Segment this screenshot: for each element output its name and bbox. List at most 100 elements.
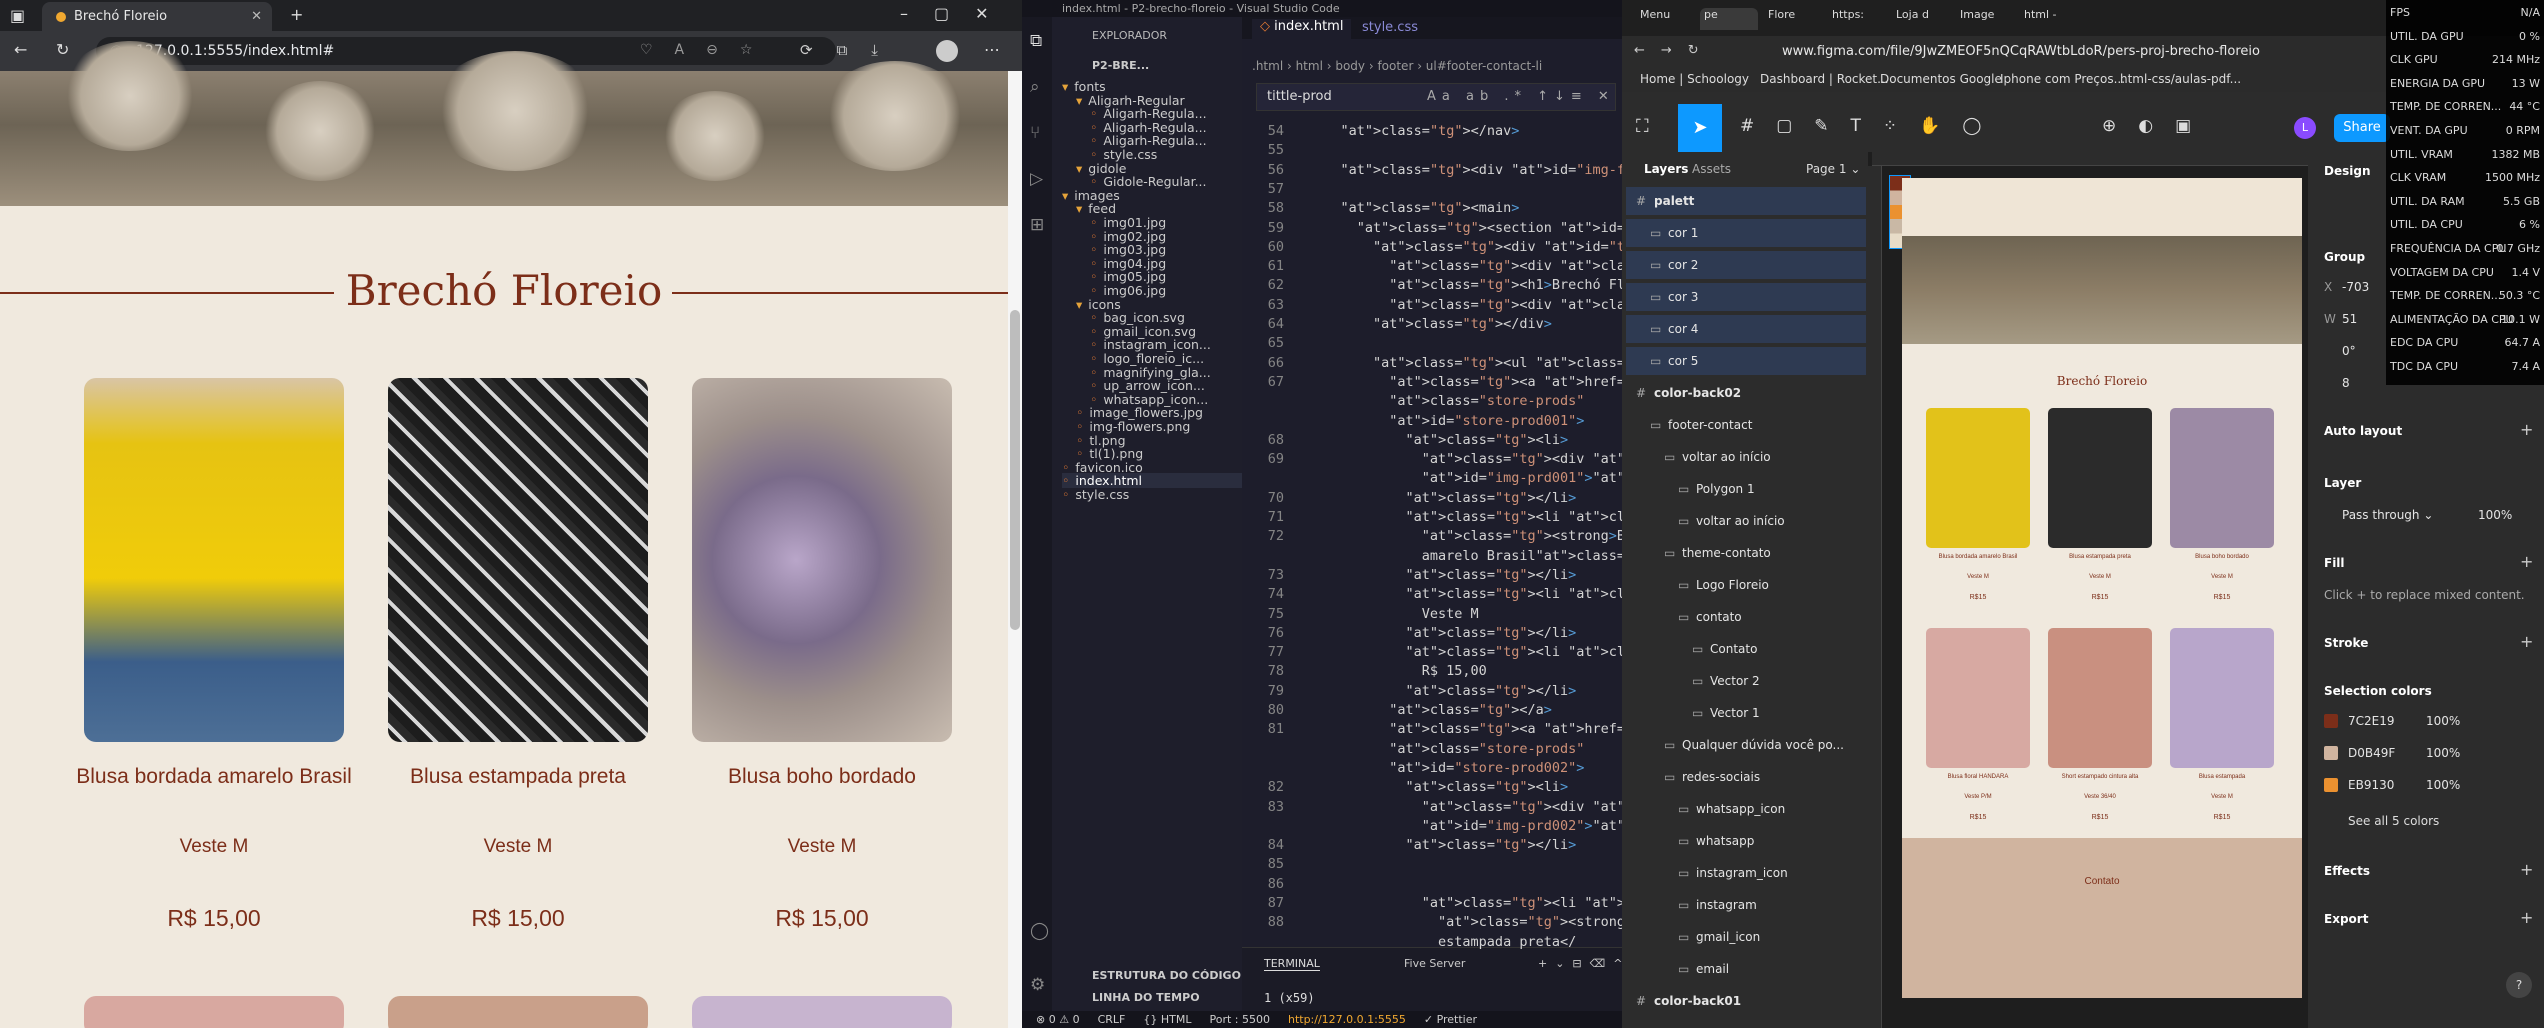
layer-row[interactable]: ▭ instagram_icon (1626, 859, 1866, 887)
layer-row[interactable]: ▭ voltar ao início (1626, 507, 1866, 535)
page-selector[interactable]: Page 1 ⌄ (1806, 162, 1860, 176)
avatar[interactable]: L (2294, 117, 2316, 139)
product-title[interactable]: Blusa boho bordado (670, 765, 974, 789)
code-line[interactable]: 82 "at">class="tg"><li> (1242, 779, 1568, 795)
code-line[interactable]: "at">id="store-prod002"> (1242, 760, 1584, 776)
browser-tab[interactable]: pe (1700, 8, 1758, 30)
layer-row[interactable]: ▭ cor 1 (1626, 219, 1866, 247)
source-control-icon[interactable]: ⑂ (1030, 123, 1040, 143)
new-tab-button[interactable]: + (290, 5, 303, 24)
code-line[interactable]: estampada preta</ (1242, 934, 1576, 950)
layer-row[interactable]: ▭ cor 5 (1626, 347, 1866, 375)
layer-row[interactable]: ▭ Polygon 1 (1626, 475, 1866, 503)
color-hex[interactable]: EB9130 (2348, 778, 2394, 792)
add-auto-layout-icon[interactable]: + (2520, 420, 2533, 439)
code-line[interactable]: "at">id="store-prod001"> (1242, 413, 1584, 429)
nav-icons[interactable]: ←→↻ (1634, 43, 1715, 58)
browser-tab[interactable]: html - (2020, 8, 2078, 30)
layer-row[interactable]: ▭ Contato (1626, 635, 1866, 663)
color-opacity[interactable]: 100% (2426, 714, 2460, 728)
code-line[interactable]: 75 Veste M (1242, 606, 1479, 622)
color-hex[interactable]: 7C2E19 (2348, 714, 2395, 728)
figma-canvas[interactable]: Brechó Floreio Blusa bordada amarelo Bra… (1868, 152, 2308, 1028)
layer-row[interactable]: ▭ footer-contact (1626, 411, 1866, 439)
code-line[interactable]: 78 R$ 15,00 (1242, 663, 1487, 679)
find-widget[interactable]: tittle-prod Aa ab .* ↑↓≡ ✕ (1256, 83, 1616, 111)
window-controls[interactable]: –▢✕ (900, 4, 1015, 23)
layer-row[interactable]: ▭ gmail_icon (1626, 923, 1866, 951)
product-image[interactable] (692, 996, 952, 1028)
layer-row[interactable]: ▭ Vector 2 (1626, 667, 1866, 695)
code-line[interactable]: 81 "at">class="tg"><a "at">href="#" (1242, 721, 1650, 737)
add-export-icon[interactable]: + (2520, 908, 2533, 927)
frame-product-image[interactable] (1926, 408, 2030, 548)
add-fill-icon[interactable]: + (2520, 552, 2533, 571)
color-opacity[interactable]: 100% (2426, 746, 2460, 760)
code-line[interactable]: "at">class="store-prods" (1242, 393, 1584, 409)
browser-tab[interactable]: Loja d (1892, 8, 1950, 30)
product-image[interactable] (692, 378, 952, 742)
find-input[interactable]: tittle-prod (1267, 89, 1332, 104)
color-swatch[interactable] (2324, 778, 2338, 792)
code-line[interactable]: 84 "at">class="tg"></li> (1242, 837, 1577, 853)
radius-input[interactable]: 8 (2342, 376, 2350, 390)
bookmark-link[interactable]: Documentos Google (1880, 72, 2002, 86)
layer-row[interactable]: ▭ instagram (1626, 891, 1866, 919)
extensions-icon[interactable]: ⊞ (1030, 215, 1044, 235)
layer-row[interactable]: ▭ whatsapp (1626, 827, 1866, 855)
status-item[interactable]: {} HTML (1143, 1013, 1191, 1026)
color-swatch[interactable] (2324, 714, 2338, 728)
browser-tab[interactable]: Brechó Floreio ✕ (42, 2, 272, 31)
product-image[interactable] (84, 996, 344, 1028)
bookmark-link[interactable]: Iphone com Preços... (2000, 72, 2125, 86)
code-line[interactable]: 65 (1242, 335, 1308, 351)
layer-row[interactable]: ▭ Vector 1 (1626, 699, 1866, 727)
code-line[interactable]: 76 "at">class="tg"></li> (1242, 625, 1577, 641)
address-actions[interactable]: ♡A⊖☆ (640, 42, 774, 58)
code-line[interactable]: 55 (1242, 142, 1308, 158)
frame-product-image[interactable] (2170, 628, 2274, 768)
auto-layout-section[interactable]: Auto layout (2324, 424, 2402, 438)
project-name[interactable]: P2-BRE... (1092, 59, 1149, 72)
reload-icon[interactable]: ↻ (56, 40, 69, 59)
code-line[interactable]: 70 "at">class="tg"></li> (1242, 490, 1577, 506)
browser-tab[interactable]: https: (1828, 8, 1886, 30)
add-effect-icon[interactable]: + (2520, 860, 2533, 879)
back-icon[interactable]: ← (14, 40, 27, 59)
figma-frame[interactable]: Brechó Floreio Blusa bordada amarelo Bra… (1902, 178, 2302, 998)
add-stroke-icon[interactable]: + (2520, 632, 2533, 651)
browser-toolbar-icons[interactable]: ⟳⧉⤓ (800, 41, 902, 59)
layer-row[interactable]: ▭ Qualquer dúvida você po... (1626, 731, 1866, 759)
browser-tab[interactable]: Flore (1764, 8, 1822, 30)
layer-row[interactable]: ▭ redes-sociais (1626, 763, 1866, 791)
terminal-tab[interactable]: TERMINAL (1264, 957, 1320, 971)
frame-product-image[interactable] (1926, 628, 2030, 768)
x-input[interactable]: -703 (2342, 280, 2369, 294)
frame-product-image[interactable] (2048, 408, 2152, 548)
design-tab[interactable]: Design (2324, 164, 2371, 178)
w-input[interactable]: 51 (2342, 312, 2357, 326)
share-button[interactable]: Share (2334, 114, 2390, 142)
code-line[interactable]: 64 "at">class="tg"></div> (1242, 316, 1552, 332)
product-title[interactable]: Blusa bordada amarelo Brasil (62, 765, 366, 789)
move-tool[interactable]: ➤ (1678, 104, 1722, 152)
see-all-colors-link[interactable]: See all 5 colors (2348, 814, 2439, 828)
code-line[interactable]: 58 "at">class="tg"><main> (1242, 200, 1520, 216)
bookmark-link[interactable]: html-css/aulas-pdf... (2120, 72, 2241, 86)
code-line[interactable]: 68 "at">class="tg"><li> (1242, 432, 1568, 448)
frame-product-image[interactable] (2170, 408, 2274, 548)
layer-row[interactable]: ▭ voltar ao início (1626, 443, 1866, 471)
file-item[interactable]: ◦ style.css (1062, 487, 1129, 502)
five-server-button[interactable]: Five Server (1404, 957, 1465, 970)
product-image[interactable] (388, 996, 648, 1028)
layer-row[interactable]: ▭ cor 4 (1626, 315, 1866, 343)
color-opacity[interactable]: 100% (2426, 778, 2460, 792)
explorer-icon[interactable]: ⧉ (1030, 31, 1042, 51)
product-image[interactable] (388, 378, 648, 742)
status-item[interactable]: ⊗ 0 ⚠ 0 (1036, 1013, 1080, 1026)
product-image[interactable] (84, 378, 344, 742)
bookmark-link[interactable]: Dashboard | Rocket... (1760, 72, 1889, 86)
close-tab-icon[interactable]: ✕ (251, 9, 262, 24)
color-swatch[interactable] (2324, 746, 2338, 760)
layer-row[interactable]: ▭ email (1626, 955, 1866, 983)
